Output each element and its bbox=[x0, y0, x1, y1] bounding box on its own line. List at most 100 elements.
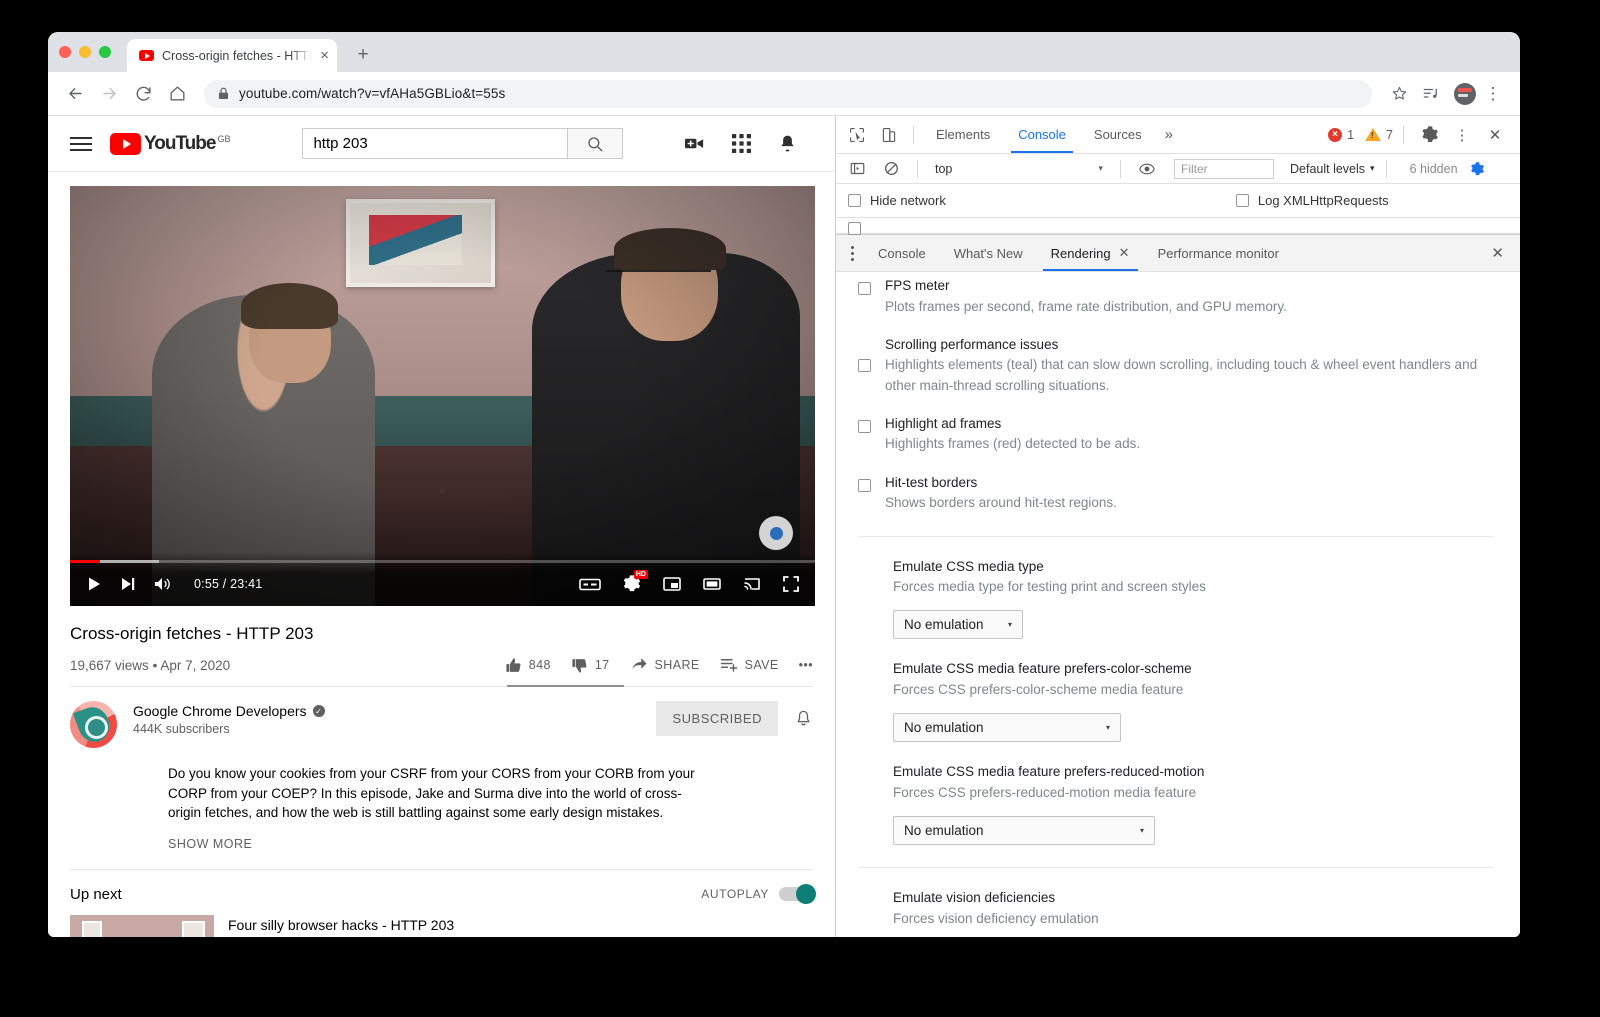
up-next-title: Four silly browser hacks - HTTP 203 bbox=[228, 917, 454, 933]
live-expression-eye-icon[interactable] bbox=[1132, 155, 1162, 183]
console-filter-input[interactable]: Filter bbox=[1174, 159, 1274, 179]
share-button[interactable]: SHARE bbox=[630, 656, 700, 674]
youtube-logo[interactable]: YouTube GB bbox=[110, 133, 230, 155]
devtools-kebab-icon[interactable]: ⋮ bbox=[1447, 121, 1477, 149]
bookmark-star-icon[interactable] bbox=[1384, 79, 1414, 109]
miniplayer-button[interactable] bbox=[663, 576, 681, 592]
drawer-tab-performance-monitor[interactable]: Performance monitor bbox=[1144, 235, 1293, 271]
dislike-button[interactable]: 17 bbox=[571, 657, 610, 674]
scrolling-performance-checkbox[interactable] bbox=[858, 359, 871, 372]
drawer-tab-console[interactable]: Console bbox=[864, 235, 940, 271]
fps-meter-checkbox[interactable] bbox=[858, 282, 871, 295]
media-list-icon[interactable] bbox=[1416, 79, 1446, 109]
close-tab-icon[interactable]: × bbox=[320, 48, 329, 63]
drawer-tab-rendering[interactable]: Rendering ✕ bbox=[1037, 235, 1144, 271]
rendering-option-hit-test-borders[interactable]: Hit-test borders Shows borders around hi… bbox=[858, 473, 1494, 514]
new-tab-button[interactable]: + bbox=[349, 41, 377, 69]
notification-bell-icon[interactable] bbox=[794, 701, 813, 728]
clipped-checkbox[interactable] bbox=[848, 222, 861, 235]
log-xhr-checkbox[interactable] bbox=[1236, 194, 1249, 207]
error-count-badge[interactable]: × 1 bbox=[1328, 128, 1354, 142]
hide-network-checkbox-row[interactable]: Hide network bbox=[848, 193, 946, 208]
drawer-close-icon[interactable]: ✕ bbox=[1491, 244, 1516, 262]
subscribe-button[interactable]: SUBSCRIBED bbox=[656, 701, 778, 736]
reload-button[interactable] bbox=[128, 79, 158, 109]
drawer-kebab-icon[interactable] bbox=[840, 246, 864, 261]
channel-avatar[interactable] bbox=[70, 701, 117, 748]
up-next-item[interactable]: Four silly Four silly browser hacks - HT… bbox=[48, 903, 835, 937]
create-video-icon[interactable] bbox=[683, 132, 706, 155]
devtools-settings-icon[interactable] bbox=[1414, 121, 1444, 149]
highlight-ad-frames-checkbox[interactable] bbox=[858, 420, 871, 433]
tab-console[interactable]: Console bbox=[1005, 117, 1079, 153]
tab-elements[interactable]: Elements bbox=[923, 117, 1003, 153]
log-xhr-checkbox-row[interactable]: Log XMLHttpRequests bbox=[1236, 193, 1389, 208]
like-button[interactable]: 848 bbox=[505, 657, 551, 674]
apps-grid-icon[interactable] bbox=[732, 134, 751, 153]
menu-hamburger-icon[interactable] bbox=[70, 133, 92, 155]
notifications-bell-icon[interactable] bbox=[777, 133, 798, 154]
warning-count-badge[interactable]: 7 bbox=[1365, 128, 1393, 142]
inspect-element-icon[interactable] bbox=[842, 121, 872, 149]
hit-test-borders-checkbox[interactable] bbox=[858, 479, 871, 492]
devtools-close-icon[interactable]: ✕ bbox=[1480, 121, 1510, 149]
next-video-button[interactable] bbox=[120, 576, 136, 592]
search-input[interactable] bbox=[302, 128, 567, 159]
device-toolbar-icon[interactable] bbox=[874, 121, 904, 149]
volume-button[interactable] bbox=[154, 576, 172, 592]
close-window-button[interactable] bbox=[59, 46, 71, 58]
maximize-window-button[interactable] bbox=[99, 46, 111, 58]
prefers-color-scheme-select[interactable]: No emulation ▾ bbox=[893, 713, 1121, 742]
youtube-header-icons bbox=[683, 132, 798, 155]
search-button[interactable] bbox=[567, 128, 623, 159]
prefers-color-scheme-value: No emulation bbox=[904, 720, 984, 735]
theater-mode-button[interactable] bbox=[703, 576, 721, 592]
close-rendering-tab-icon[interactable]: ✕ bbox=[1119, 245, 1130, 261]
rendering-option-scrolling-performance[interactable]: Scrolling performance issues Highlights … bbox=[858, 335, 1494, 396]
more-tabs-icon[interactable]: » bbox=[1157, 126, 1181, 143]
drawer-tab-whats-new[interactable]: What's New bbox=[940, 235, 1037, 271]
save-button[interactable]: SAVE bbox=[720, 656, 779, 674]
chevron-down-icon: ▾ bbox=[1098, 163, 1103, 174]
youtube-country-code: GB bbox=[217, 134, 230, 144]
channel-name: Google Chrome Developers bbox=[133, 703, 307, 719]
minimize-window-button[interactable] bbox=[79, 46, 91, 58]
captions-button[interactable] bbox=[579, 577, 601, 592]
rendering-option-highlight-ad-frames[interactable]: Highlight ad frames Highlights frames (r… bbox=[858, 414, 1494, 455]
execution-context-select[interactable]: top ▾ bbox=[929, 162, 1109, 176]
console-settings-gear-icon[interactable] bbox=[1470, 162, 1484, 176]
video-thumbnail[interactable]: Four silly bbox=[70, 915, 214, 937]
stats-separator: • bbox=[153, 658, 158, 673]
back-button[interactable] bbox=[60, 79, 90, 109]
home-button[interactable] bbox=[162, 79, 192, 109]
channel-name-row[interactable]: Google Chrome Developers ✓ bbox=[133, 703, 325, 719]
autoplay-control[interactable]: AUTOPLAY bbox=[701, 887, 813, 901]
play-button[interactable] bbox=[86, 576, 102, 592]
emulate-media-type-select[interactable]: No emulation ▾ bbox=[893, 610, 1023, 639]
prefers-reduced-motion-select[interactable]: No emulation ▾ bbox=[893, 816, 1155, 845]
more-actions-button[interactable]: ••• bbox=[799, 658, 813, 672]
clear-console-icon[interactable] bbox=[876, 155, 906, 183]
rendering-divider-1 bbox=[858, 536, 1494, 537]
profile-avatar[interactable] bbox=[1454, 83, 1476, 105]
autoplay-toggle[interactable] bbox=[779, 887, 813, 901]
video-player[interactable]: 0:55 / 23:41 HD bbox=[70, 186, 815, 606]
hide-network-checkbox[interactable] bbox=[848, 194, 861, 207]
log-level-select[interactable]: Default levels ▾ bbox=[1290, 162, 1375, 176]
tab-sources[interactable]: Sources bbox=[1081, 117, 1155, 153]
console-sidebar-toggle-icon[interactable] bbox=[842, 155, 872, 183]
hit-test-borders-desc: Shows borders around hit-test regions. bbox=[885, 493, 1494, 513]
fullscreen-button[interactable] bbox=[783, 576, 799, 592]
browser-tab[interactable]: Cross-origin fetches - HTTP 20 × bbox=[127, 39, 337, 72]
console-settings-row-clipped bbox=[836, 218, 1520, 234]
rendering-option-fps-meter[interactable]: FPS meter Plots frames per second, frame… bbox=[858, 276, 1494, 317]
forward-button[interactable] bbox=[94, 79, 124, 109]
cast-button[interactable] bbox=[743, 576, 761, 592]
settings-button[interactable]: HD bbox=[623, 575, 641, 593]
browser-menu-icon[interactable]: ⋮ bbox=[1478, 79, 1508, 109]
address-bar[interactable]: youtube.com/watch?v=vfAHa5GBLio&t=55s bbox=[204, 80, 1372, 108]
verified-badge-icon: ✓ bbox=[313, 705, 325, 717]
show-more-button[interactable]: SHOW MORE bbox=[168, 837, 813, 851]
video-meta: Cross-origin fetches - HTTP 203 19,667 v… bbox=[48, 606, 835, 687]
rendering-option-emulate-css-media-type: Emulate CSS media type Forces media type… bbox=[858, 557, 1494, 640]
